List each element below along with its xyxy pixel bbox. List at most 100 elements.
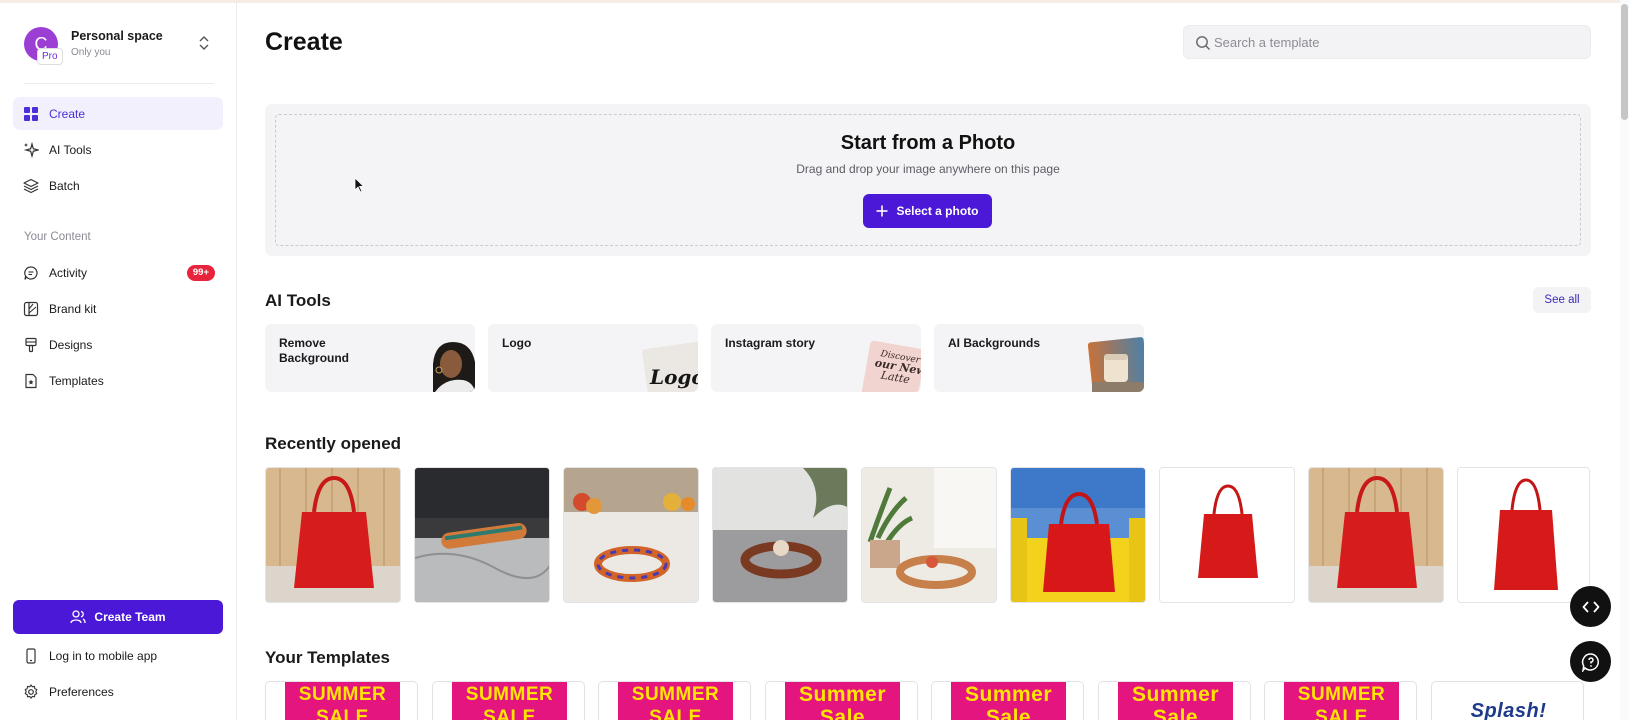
ai-tools-heading: AI Tools bbox=[265, 291, 331, 310]
sidebar-item-label: Templates bbox=[49, 374, 104, 388]
brand-kit-icon bbox=[23, 301, 39, 317]
notification-count-badge: 99+ bbox=[186, 265, 215, 281]
tool-card-label: Remove Background bbox=[279, 336, 350, 365]
brush-icon bbox=[25, 337, 37, 353]
candle-jar-thumbnail bbox=[1087, 337, 1144, 392]
preferences-link[interactable]: Preferences bbox=[13, 677, 223, 707]
logos-thumbnail-text: Logos bbox=[649, 365, 698, 389]
mouse-cursor-icon bbox=[354, 177, 364, 193]
phone-icon bbox=[26, 648, 36, 664]
select-photo-label: Select a photo bbox=[896, 204, 979, 218]
template-text: Splash! bbox=[1470, 700, 1547, 720]
sidebar-item-label: Batch bbox=[49, 179, 80, 193]
template-search[interactable] bbox=[1183, 25, 1591, 59]
team-icon bbox=[70, 610, 87, 624]
sidebar-item-label: AI Tools bbox=[49, 143, 92, 157]
see-all-button[interactable]: See all bbox=[1533, 287, 1591, 313]
mobile-app-link[interactable]: Log in to mobile app bbox=[13, 641, 223, 671]
logos-sign-thumbnail: Logos bbox=[638, 334, 698, 392]
template-text: SALE bbox=[483, 707, 536, 720]
gear-icon bbox=[24, 684, 38, 699]
template-card[interactable]: Splash! bbox=[1431, 681, 1584, 720]
template-text: SALE bbox=[649, 707, 702, 720]
help-button[interactable] bbox=[1570, 641, 1611, 682]
tool-card-label: Instagram story bbox=[725, 336, 816, 350]
tool-card-label: Logo bbox=[502, 336, 532, 350]
template-text: SUMMER bbox=[631, 684, 720, 705]
photo-dropzone[interactable]: Start from a Photo Drag and drop your im… bbox=[265, 104, 1591, 256]
template-card[interactable]: SUMMER SALE bbox=[432, 681, 585, 720]
sidebar-item-label: Designs bbox=[49, 338, 93, 352]
create-team-button[interactable]: Create Team bbox=[13, 600, 223, 634]
recent-item[interactable] bbox=[1308, 467, 1444, 603]
pro-badge: Pro bbox=[37, 48, 63, 65]
sidebar-item-label: Activity bbox=[49, 266, 88, 280]
tool-card-label: AI Backgrounds bbox=[948, 336, 1041, 350]
select-photo-button[interactable]: Select a photo bbox=[863, 194, 992, 228]
template-card[interactable]: SUMMER SALE bbox=[598, 681, 751, 720]
sidebar-item-designs[interactable]: Designs bbox=[13, 328, 223, 361]
your-templates-heading: Your Templates bbox=[265, 648, 391, 667]
sidebar-item-batch[interactable]: Batch bbox=[13, 169, 223, 202]
workspace-switcher[interactable]: C Pro Personal space Only you bbox=[14, 23, 224, 67]
template-text: SUMMER bbox=[298, 684, 387, 705]
recently-opened-heading: Recently opened bbox=[265, 434, 402, 453]
tool-card-remove-background[interactable]: Remove Background bbox=[265, 324, 475, 392]
chat-bubble-icon bbox=[24, 266, 38, 280]
portrait-thumbnail bbox=[415, 334, 475, 392]
tool-card-instagram-story[interactable]: Instagram story Discover our New Latte bbox=[711, 324, 921, 392]
recent-item[interactable] bbox=[563, 467, 699, 603]
preferences-label: Preferences bbox=[49, 685, 114, 699]
template-card[interactable]: Summer Sale bbox=[765, 681, 918, 720]
tool-card-logo[interactable]: Logo Logos bbox=[488, 324, 698, 392]
help-chat-icon bbox=[1581, 652, 1599, 672]
your-content-label: Your Content bbox=[24, 231, 91, 243]
mobile-app-label: Log in to mobile app bbox=[49, 649, 158, 663]
template-text: SUMMER bbox=[1297, 684, 1386, 705]
template-text: SALE bbox=[316, 707, 369, 720]
template-card[interactable]: Summer Sale bbox=[931, 681, 1084, 720]
workspace-subtitle: Only you bbox=[71, 47, 111, 58]
top-accent-line bbox=[0, 0, 1629, 3]
code-icon bbox=[1582, 600, 1599, 613]
template-text: Sale bbox=[1152, 706, 1199, 720]
recent-item[interactable] bbox=[712, 467, 848, 603]
recent-item[interactable] bbox=[861, 467, 997, 603]
template-text: Sale bbox=[985, 706, 1032, 720]
template-card[interactable]: Summer Sale bbox=[1098, 681, 1251, 720]
sidebar-item-ai-tools[interactable]: AI Tools bbox=[13, 133, 223, 166]
template-text: Summer bbox=[1131, 683, 1220, 706]
sidebar: C Pro Personal space Only you Create AI … bbox=[0, 3, 237, 720]
recent-item[interactable] bbox=[1457, 467, 1590, 603]
template-text: Summer bbox=[798, 683, 887, 706]
recent-item[interactable] bbox=[414, 467, 550, 603]
template-card[interactable]: SUMMER SALE bbox=[1264, 681, 1417, 720]
code-embed-button[interactable] bbox=[1570, 586, 1611, 627]
recent-item[interactable] bbox=[1159, 467, 1295, 603]
sidebar-item-templates[interactable]: Templates bbox=[13, 364, 223, 397]
sidebar-item-activity[interactable]: Activity 99+ bbox=[13, 256, 223, 289]
sidebar-item-create[interactable]: Create bbox=[13, 97, 223, 130]
plus-icon bbox=[876, 205, 888, 217]
sidebar-divider bbox=[24, 83, 214, 84]
recent-item[interactable] bbox=[1010, 467, 1146, 603]
latte-card-thumbnail: Discover our New Latte bbox=[861, 334, 921, 392]
layers-icon bbox=[23, 178, 39, 194]
tool-card-ai-backgrounds[interactable]: AI Backgrounds bbox=[934, 324, 1144, 392]
grid-icon bbox=[24, 107, 38, 121]
search-icon bbox=[1196, 36, 1210, 50]
template-text: Summer bbox=[964, 683, 1053, 706]
page-title: Create bbox=[265, 28, 343, 56]
template-card[interactable]: SUMMER SALE bbox=[265, 681, 418, 720]
scrollbar-thumb[interactable] bbox=[1621, 4, 1628, 120]
recent-item[interactable] bbox=[265, 467, 401, 603]
sidebar-item-label: Brand kit bbox=[49, 302, 97, 316]
dropzone-subtitle: Drag and drop your image anywhere on thi… bbox=[796, 162, 1060, 176]
workspace-name: Personal space bbox=[71, 29, 163, 43]
sidebar-item-brand-kit[interactable]: Brand kit bbox=[13, 292, 223, 325]
dropzone-title: Start from a Photo bbox=[840, 132, 1016, 154]
search-input[interactable] bbox=[1214, 26, 1584, 58]
sparkles-icon bbox=[23, 142, 39, 158]
template-file-icon bbox=[25, 373, 37, 389]
template-text: SUMMER bbox=[465, 684, 554, 705]
